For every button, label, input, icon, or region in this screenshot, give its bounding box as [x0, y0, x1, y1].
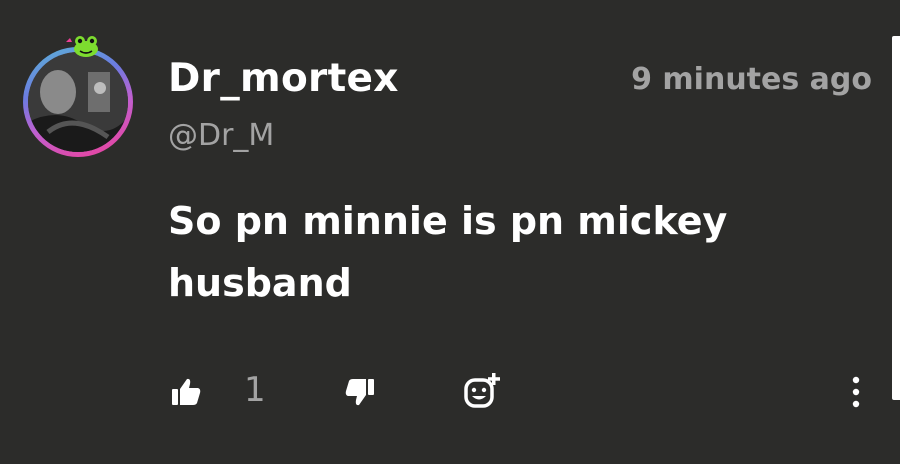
avatar[interactable] [23, 47, 133, 157]
comment-card: Dr_mortex @Dr_M 9 minutes ago So pn minn… [0, 0, 900, 464]
thumbs-down-icon[interactable] [344, 376, 376, 408]
like-count: 1 [244, 370, 266, 410]
comment-text: So pn minnie is pn mickey husband [168, 199, 728, 305]
author-handle[interactable]: @Dr_M [168, 118, 274, 153]
frog-badge-icon [66, 36, 98, 57]
avatar-image [28, 52, 128, 152]
author-name[interactable]: Dr_mortex [168, 56, 399, 101]
thumbs-up-icon[interactable] [170, 376, 202, 408]
more-vertical-icon[interactable] [846, 374, 866, 410]
comment-actions: 1 [0, 360, 900, 424]
add-emoji-reaction-icon[interactable] [462, 372, 502, 412]
scrollbar[interactable] [892, 36, 900, 400]
timestamp: 9 minutes ago [631, 62, 872, 97]
